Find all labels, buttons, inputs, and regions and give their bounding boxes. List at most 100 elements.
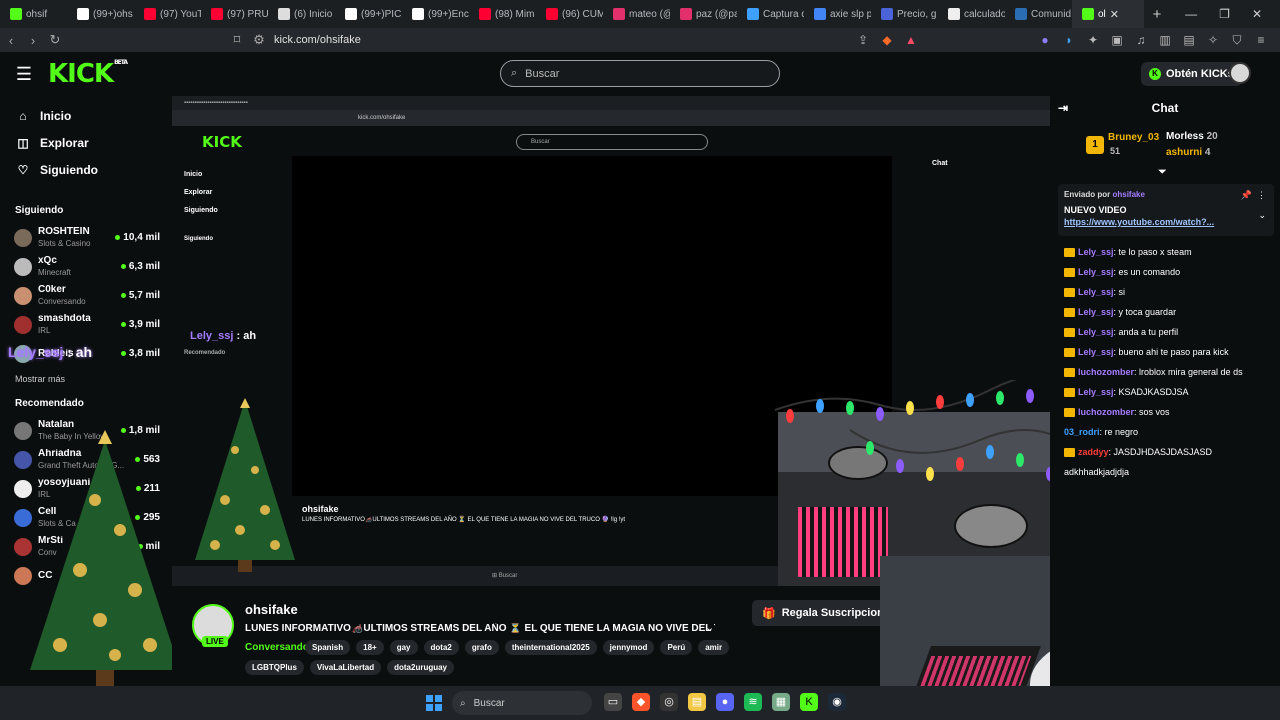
browser-tab[interactable]: (96) CUM [536, 0, 603, 28]
spotify-icon[interactable]: ≋ [744, 693, 762, 711]
browser-tab[interactable]: ohsif [0, 0, 67, 28]
sidebar-channel[interactable]: smashdota IRL 3,9 mil [0, 310, 172, 339]
stream-tag[interactable]: gay [389, 640, 418, 655]
chat-username[interactable]: Lely_ssj [1078, 327, 1114, 337]
chat-username[interactable]: 03_rodri [1064, 427, 1100, 437]
leader-second[interactable]: Morless 20 [1166, 131, 1218, 142]
restore-icon[interactable]: ❐ [1219, 7, 1230, 21]
browser-tab[interactable]: (97) PRUE [201, 0, 268, 28]
stream-tag[interactable]: VivaLaLibertad [309, 660, 382, 675]
site-info-icon[interactable]: ⚙ [248, 32, 270, 48]
hamburger-menu-icon[interactable]: ☰ [0, 64, 48, 85]
sidebar-channel[interactable]: ROSHTEIN Slots & Casino 10,4 mil [0, 223, 172, 252]
pinned-by-user[interactable]: ohsifake [1112, 190, 1144, 199]
expand-icon[interactable]: ⌄ [1258, 210, 1266, 221]
stream-tag[interactable]: grafo [464, 640, 499, 655]
task-view-icon[interactable]: ▭ [604, 693, 622, 711]
chevron-down-icon[interactable]: ⌄ [705, 621, 714, 634]
chat-username[interactable]: luchozomber [1078, 367, 1134, 377]
browser-tab[interactable]: paz (@pa [670, 0, 737, 28]
filter-icon[interactable]: ⏷ [1158, 166, 1167, 179]
browser-tab-active[interactable]: ol ✕ [1072, 0, 1144, 28]
browser-tab[interactable]: (97) YouT [134, 0, 201, 28]
user-avatar[interactable] [1229, 62, 1251, 84]
collapse-chat-icon[interactable]: ⇥ [1058, 101, 1068, 115]
close-tab-icon[interactable]: ✕ [1110, 8, 1119, 21]
steam-icon[interactable]: ◉ [828, 693, 846, 711]
brave-shield-icon[interactable]: ◆ [880, 33, 894, 48]
leo-icon[interactable]: ✧ [1206, 33, 1220, 48]
streamer-name[interactable]: ohsifake [245, 602, 298, 617]
chromium-icon[interactable]: ◎ [660, 693, 678, 711]
chat-username[interactable]: Lely_ssj [1078, 267, 1114, 277]
share-icon[interactable]: ⇪ [856, 33, 870, 48]
browser-tab[interactable]: mateo (@ [603, 0, 670, 28]
browser-tab[interactable]: Captura d [737, 0, 804, 28]
browser-tab[interactable]: (98) Mim [469, 0, 536, 28]
bookmark-icon[interactable]: ⌑ [226, 32, 248, 48]
stream-tag[interactable]: dota2 [423, 640, 459, 655]
browser-tab[interactable]: Comunid [1005, 0, 1072, 28]
browser-tab[interactable]: axie slp p [804, 0, 871, 28]
chat-username[interactable]: luchozomber [1078, 407, 1134, 417]
puzzle-icon[interactable]: ✦ [1086, 33, 1100, 48]
close-window-icon[interactable]: ✕ [1252, 7, 1262, 21]
nav-inicio[interactable]: ⌂ Inicio [0, 102, 172, 129]
extension-2-icon[interactable]: ◗ [1062, 33, 1076, 48]
extension-1-icon[interactable]: ● [1038, 33, 1052, 48]
sidebar-icon[interactable]: ▥ [1158, 33, 1172, 48]
chat-username[interactable]: Lely_ssj [1078, 307, 1114, 317]
kick-app-icon[interactable]: K [800, 693, 818, 711]
nav-siguiendo[interactable]: ♡ Siguiendo [0, 156, 172, 183]
chat-username[interactable]: Lely_ssj [1078, 347, 1114, 357]
wallet-icon[interactable]: ▤ [1182, 33, 1196, 48]
leader-third[interactable]: ashurni 4 [1166, 147, 1210, 158]
leader-first[interactable]: Bruney_03 [1108, 132, 1159, 143]
file-explorer-icon[interactable]: ▤ [688, 693, 706, 711]
sidebar-channel[interactable]: C0ker Conversando 5,7 mil [0, 281, 172, 310]
brave-icon[interactable]: ◆ [632, 693, 650, 711]
screenshot-icon[interactable]: ▣ [1110, 33, 1124, 48]
reload-icon[interactable]: ↻ [44, 32, 66, 48]
nav-explorar[interactable]: ◫ Explorar [0, 129, 172, 156]
show-more-link[interactable]: Mostrar más [0, 368, 172, 390]
stream-tag[interactable]: LGBTQPlus [245, 660, 304, 675]
taskbar-search[interactable]: ⌕ Buscar [452, 691, 592, 715]
search-input[interactable]: ⌕ Buscar [500, 60, 780, 87]
menu-icon[interactable]: ≡ [1254, 33, 1268, 48]
discord-icon[interactable]: ● [716, 693, 734, 711]
stream-tag[interactable]: jennymod [602, 640, 655, 655]
stream-tag[interactable]: theinternational2025 [504, 640, 597, 655]
chat-username[interactable]: Lely_ssj [1078, 387, 1114, 397]
stream-tag[interactable]: amir [698, 640, 730, 655]
chat-username[interactable]: Lely_ssj [1078, 247, 1114, 257]
back-icon[interactable]: ‹ [0, 33, 22, 48]
minimize-icon[interactable]: — [1185, 7, 1197, 21]
more-options-icon[interactable]: ⋮ [1257, 190, 1266, 201]
browser-tab[interactable]: (99+)PIC [335, 0, 402, 28]
get-kicks-button[interactable]: K Obtén KICKs [1141, 62, 1242, 86]
stream-category[interactable]: Conversando [245, 642, 309, 653]
music-icon[interactable]: ♫ [1134, 33, 1148, 48]
pinned-link[interactable]: https://www.youtube.com/watch?... [1064, 217, 1268, 227]
chat-username[interactable]: zaddyy [1078, 447, 1109, 457]
stream-tag[interactable]: Perú [660, 640, 693, 655]
chat-username[interactable]: Lely_ssj [1078, 287, 1114, 297]
stream-tag[interactable]: dota2uruguay [387, 660, 455, 675]
browser-tab[interactable]: calculado [938, 0, 1005, 28]
new-tab-button[interactable]: + [1144, 6, 1170, 23]
browser-tab[interactable]: (99+)Enc [402, 0, 469, 28]
pin-icon[interactable]: 📌 [1241, 190, 1252, 201]
sidebar-channel[interactable]: xQc Minecraft 6,3 mil [0, 252, 172, 281]
browser-tab[interactable]: (6) Inicio [268, 0, 335, 28]
kick-logo[interactable]: KICKBETA [48, 59, 128, 89]
browser-tab[interactable]: Precio, g [871, 0, 938, 28]
forward-icon[interactable]: › [22, 33, 44, 48]
windows-start-icon[interactable] [426, 695, 442, 711]
stream-tag[interactable]: 18+ [356, 640, 384, 655]
vpn-icon[interactable]: ⛉ [1230, 33, 1244, 48]
url-text[interactable]: kick.com/ohsifake [274, 34, 361, 46]
rewards-icon[interactable]: ▲ [904, 33, 918, 48]
stream-tag[interactable]: Spanish [305, 640, 351, 655]
notepad-icon[interactable]: ▦ [772, 693, 790, 711]
